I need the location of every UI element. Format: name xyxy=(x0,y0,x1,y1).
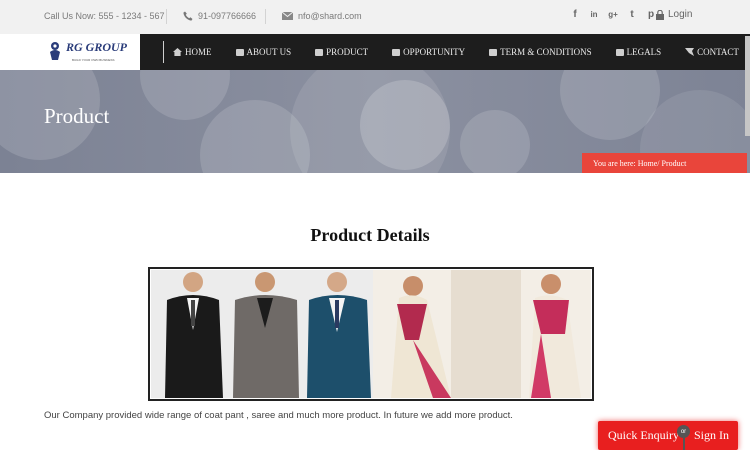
nav-menu: HOME ABOUT US PRODUCT OPPORTUNITY TERM &… xyxy=(173,34,739,70)
envelope-icon xyxy=(282,12,293,20)
nav-item-contact[interactable]: CONTACT xyxy=(685,47,739,57)
sign-in-button[interactable]: Sign In xyxy=(694,428,729,443)
top-info-bar: Call Us Now: 555 - 1234 - 567 91-0977666… xyxy=(0,0,750,34)
logo-emblem-icon xyxy=(50,42,60,60)
nav-divider xyxy=(163,41,164,63)
page-title: Product xyxy=(44,104,110,128)
linkedin-icon[interactable]: in xyxy=(589,9,599,20)
nav-item-opportunity[interactable]: OPPORTUNITY xyxy=(392,47,465,57)
login-label: Login xyxy=(668,9,693,20)
google-plus-icon[interactable]: g+ xyxy=(608,9,618,20)
logo[interactable]: RG GROUP BUILD YOUR OWN BUSINESS xyxy=(0,34,140,70)
email-address: nfo@shard.com xyxy=(298,11,362,21)
social-links: f in g+ t p xyxy=(570,9,656,20)
bokeh-decoration xyxy=(360,80,450,170)
logo-name: RG GROUP xyxy=(66,40,128,54)
contact-icon xyxy=(685,48,695,56)
phone-contact[interactable]: 91-097766666 xyxy=(183,11,256,21)
product-icon xyxy=(315,48,324,56)
facebook-icon[interactable]: f xyxy=(570,9,580,20)
email-contact[interactable]: nfo@shard.com xyxy=(282,11,362,21)
product-collage-image xyxy=(151,270,591,398)
logo-tagline: BUILD YOUR OWN BUSINESS xyxy=(72,58,115,62)
product-image xyxy=(148,267,594,401)
divider xyxy=(166,9,167,24)
nav-item-about-us[interactable]: ABOUT US xyxy=(235,47,291,57)
pinterest-icon[interactable]: p xyxy=(646,9,656,20)
bokeh-decoration xyxy=(460,110,530,173)
about-icon xyxy=(235,48,244,56)
scrollbar-thumb[interactable] xyxy=(745,36,750,136)
terms-icon xyxy=(489,48,498,56)
nav-item-terms[interactable]: TERM & CONDITIONS xyxy=(489,47,592,57)
nav-item-legals[interactable]: LEGALS xyxy=(615,47,661,57)
or-badge: or xyxy=(677,425,690,438)
phone-icon xyxy=(183,11,193,21)
or-divider xyxy=(683,437,685,450)
main-navbar: RG GROUP BUILD YOUR OWN BUSINESS HOME AB… xyxy=(0,34,750,70)
phone-number: 91-097766666 xyxy=(198,11,257,21)
call-us-text: Call Us Now: 555 - 1234 - 567 xyxy=(44,11,165,21)
quick-enquiry-button[interactable]: Quick Enquiry xyxy=(608,428,679,443)
breadcrumb[interactable]: You are here: Home/ Product xyxy=(582,153,747,173)
bokeh-decoration xyxy=(140,70,230,120)
page-banner: Product You are here: Home/ Product xyxy=(0,70,750,173)
legals-icon xyxy=(615,48,624,56)
nav-item-home[interactable]: HOME xyxy=(173,47,212,57)
divider xyxy=(265,9,266,24)
floating-actions: Quick Enquiry or Sign In xyxy=(598,421,738,450)
lock-icon xyxy=(656,9,664,20)
product-details-heading: Product Details xyxy=(310,225,430,245)
twitter-icon[interactable]: t xyxy=(627,9,637,20)
login-link[interactable]: Login xyxy=(656,9,692,20)
home-icon xyxy=(173,48,182,56)
product-description: Our Company provided wide range of coat … xyxy=(44,410,513,421)
opportunity-icon xyxy=(392,48,401,56)
nav-item-product[interactable]: PRODUCT xyxy=(315,47,368,57)
